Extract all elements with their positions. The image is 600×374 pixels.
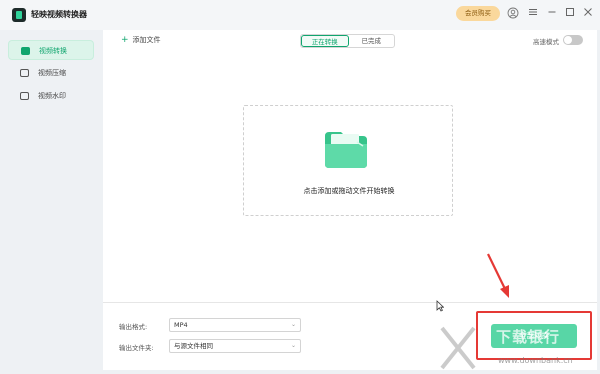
minimize-icon[interactable] — [545, 7, 559, 21]
speed-mode-label: 高速模式 — [533, 38, 559, 46]
output-format-select[interactable]: MP4 ⌄ — [169, 318, 301, 332]
add-file-label: 添加文件 — [132, 36, 161, 44]
dropzone-hint: 点击添加或拖动文件开始转换 — [303, 187, 395, 195]
plus-icon: + — [121, 35, 129, 45]
output-format-label: 输出格式: — [119, 323, 148, 331]
output-folder-select[interactable]: 与源文件相同 ⌄ — [169, 339, 301, 353]
vip-purchase-button[interactable]: 会员购买 — [456, 6, 500, 21]
maximize-icon[interactable] — [563, 7, 577, 21]
watermark-text: 下载银行 — [496, 328, 561, 346]
sidebar-item-video-convert[interactable]: 视频转换 — [8, 40, 94, 60]
output-folder-value: 与源文件相同 — [174, 342, 213, 350]
output-folder-label: 输出文件夹: — [119, 344, 154, 352]
video-watermark-icon — [20, 92, 29, 100]
chevron-down-icon: ⌄ — [290, 321, 296, 328]
add-file-button[interactable]: + 添加文件 — [121, 35, 161, 45]
title-bar: 轻映视频转换器 会员购买 — [0, 0, 600, 30]
status-tabs: 正在转换 已完成 — [300, 34, 395, 48]
sidebar-item-label: 视频水印 — [38, 92, 66, 100]
video-convert-icon — [21, 47, 30, 55]
sidebar-item-label: 视频压缩 — [38, 69, 66, 77]
output-format-value: MP4 — [174, 321, 188, 329]
speed-mode-toggle[interactable] — [563, 35, 583, 45]
app-logo-icon — [12, 8, 26, 22]
file-dropzone[interactable]: 点击添加或拖动文件开始转换 — [243, 105, 453, 216]
user-icon[interactable] — [506, 7, 520, 21]
chevron-down-icon: ⌄ — [290, 342, 296, 349]
sidebar-item-video-compress[interactable]: 视频压缩 — [8, 63, 94, 83]
sidebar-item-label: 视频转换 — [39, 47, 67, 55]
menu-icon[interactable] — [526, 7, 540, 21]
main-panel: + 添加文件 正在转换 已完成 高速模式 点击添加或拖动文件开始转换 输出格式: … — [103, 30, 597, 370]
video-compress-icon — [20, 69, 29, 77]
tab-converting[interactable]: 正在转换 — [301, 35, 349, 47]
close-icon[interactable] — [581, 7, 595, 21]
mouse-cursor-icon — [436, 300, 444, 312]
app-title: 轻映视频转换器 — [31, 10, 87, 19]
sidebar: 视频转换 视频压缩 视频水印 — [0, 30, 102, 374]
sidebar-item-video-watermark[interactable]: 视频水印 — [8, 86, 94, 106]
watermark-url: www.downbank.cn — [498, 356, 573, 365]
tab-completed[interactable]: 已完成 — [349, 35, 395, 47]
folder-icon — [325, 132, 367, 168]
